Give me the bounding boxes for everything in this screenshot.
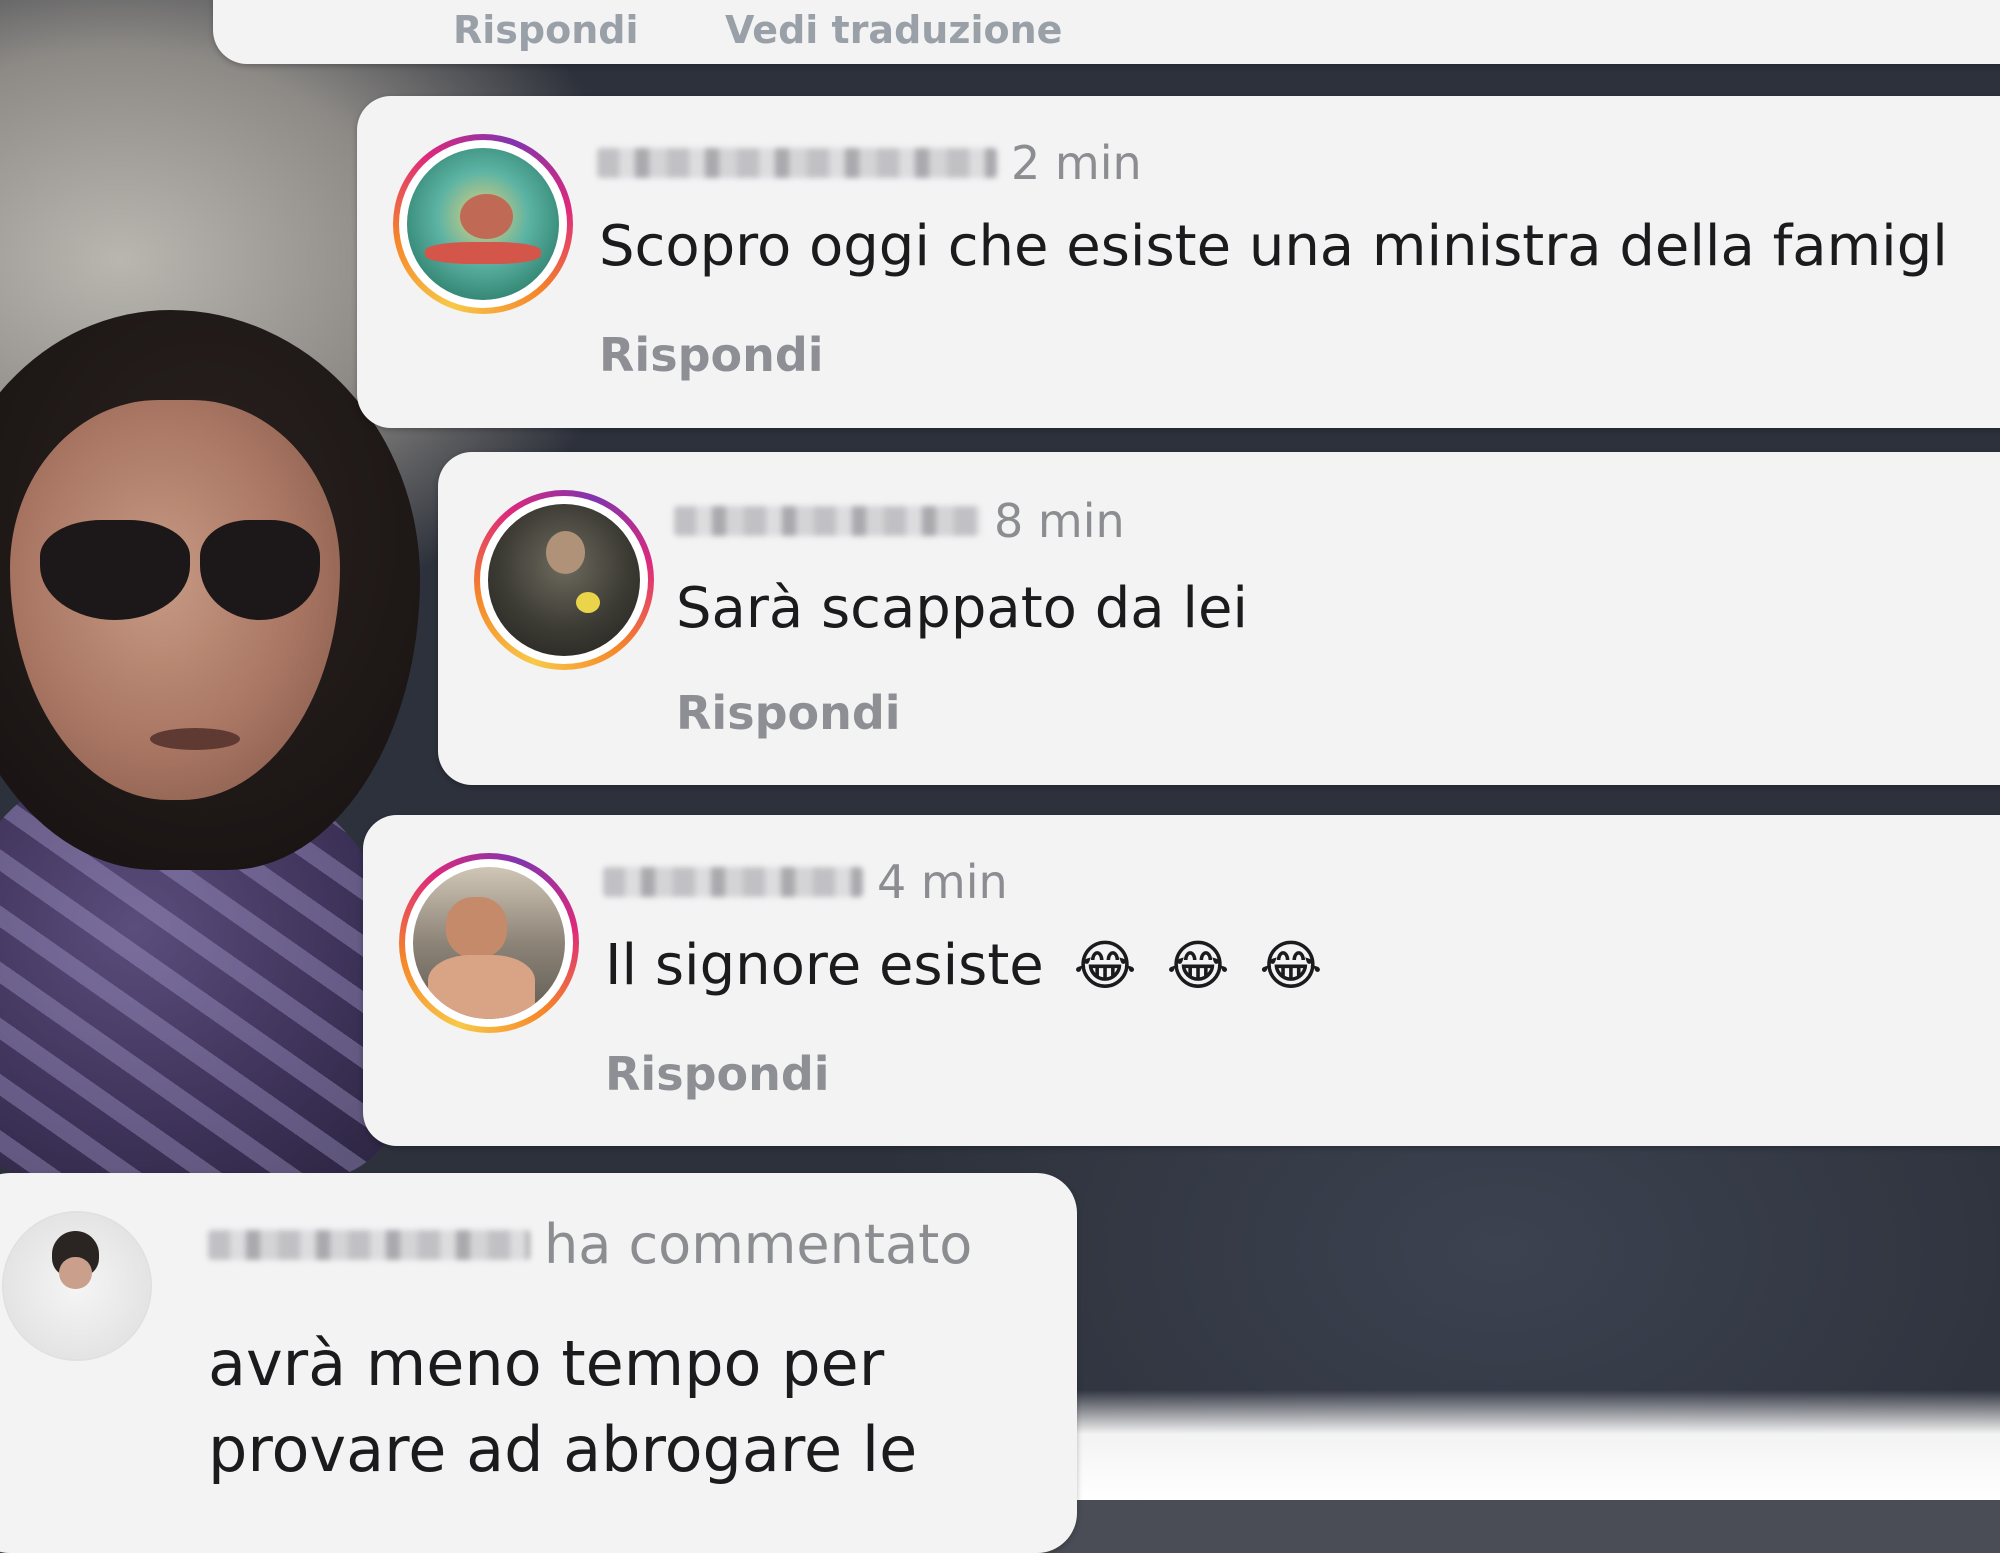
comment-text: Scopro oggi che esiste una ministra dell… bbox=[599, 214, 1948, 279]
avatar-frame bbox=[399, 140, 567, 308]
sunglasses bbox=[40, 520, 340, 630]
laughing-emoji-icon: 😂 bbox=[1259, 934, 1323, 997]
comment-meta: 8 min bbox=[674, 494, 1125, 548]
comment-text-body: Il signore esiste bbox=[605, 933, 1044, 998]
comment-time: 2 min bbox=[1011, 136, 1142, 190]
blurred-username bbox=[597, 148, 997, 178]
reply-button[interactable]: Rispondi bbox=[453, 8, 639, 52]
avatar-frame bbox=[405, 859, 573, 1027]
avatar bbox=[2, 1211, 152, 1361]
comment-text: Il signore esiste 😂 😂 😂 bbox=[605, 933, 1323, 998]
laughing-emoji-icon: 😂 bbox=[1166, 934, 1230, 997]
comment-card: 8 min Sarà scappato da lei Rispondi bbox=[438, 452, 2000, 785]
comment-card: 2 min Scopro oggi che esiste una ministr… bbox=[357, 96, 2000, 428]
comment-card-top: Rispondi Vedi traduzione bbox=[213, 0, 2000, 64]
comment-notification-card[interactable]: ha commentato avrà meno tempo per provar… bbox=[0, 1173, 1077, 1553]
avatar-story-ring[interactable] bbox=[393, 134, 573, 314]
top-card-actions: Rispondi Vedi traduzione bbox=[453, 8, 1062, 52]
comment-meta: 2 min bbox=[597, 136, 1142, 190]
person-mouth bbox=[150, 728, 240, 750]
notification-text: avrà meno tempo per provare ad abrogare … bbox=[208, 1327, 918, 1486]
avatar-story-ring[interactable] bbox=[399, 853, 579, 1033]
avatar-image bbox=[4, 1213, 150, 1359]
comment-time: 8 min bbox=[994, 494, 1125, 548]
laughing-emoji-icon: 😂 bbox=[1073, 934, 1137, 997]
reply-button[interactable]: Rispondi bbox=[605, 1047, 830, 1101]
blurred-username bbox=[674, 506, 980, 536]
comment-text: Sarà scappato da lei bbox=[676, 576, 1248, 641]
background-bright-area bbox=[1050, 1390, 2000, 1500]
sunglasses-left-lens bbox=[40, 520, 190, 620]
reply-button[interactable]: Rispondi bbox=[676, 686, 901, 740]
avatar-frame bbox=[480, 496, 648, 664]
blurred-username bbox=[208, 1229, 530, 1260]
avatar bbox=[407, 148, 559, 300]
blurred-username bbox=[603, 867, 863, 897]
comment-meta: 4 min bbox=[603, 855, 1008, 909]
notification-action: ha commentato bbox=[544, 1213, 973, 1276]
sunglasses-right-lens bbox=[200, 520, 320, 620]
comment-card: 4 min Il signore esiste 😂 😂 😂 Rispondi bbox=[363, 815, 2000, 1146]
comment-time: 4 min bbox=[877, 855, 1008, 909]
see-translation-button[interactable]: Vedi traduzione bbox=[725, 8, 1062, 52]
avatar bbox=[488, 504, 640, 656]
avatar bbox=[413, 867, 565, 1019]
avatar-story-ring[interactable] bbox=[474, 490, 654, 670]
reply-button[interactable]: Rispondi bbox=[599, 328, 824, 382]
notification-meta: ha commentato bbox=[208, 1213, 972, 1276]
